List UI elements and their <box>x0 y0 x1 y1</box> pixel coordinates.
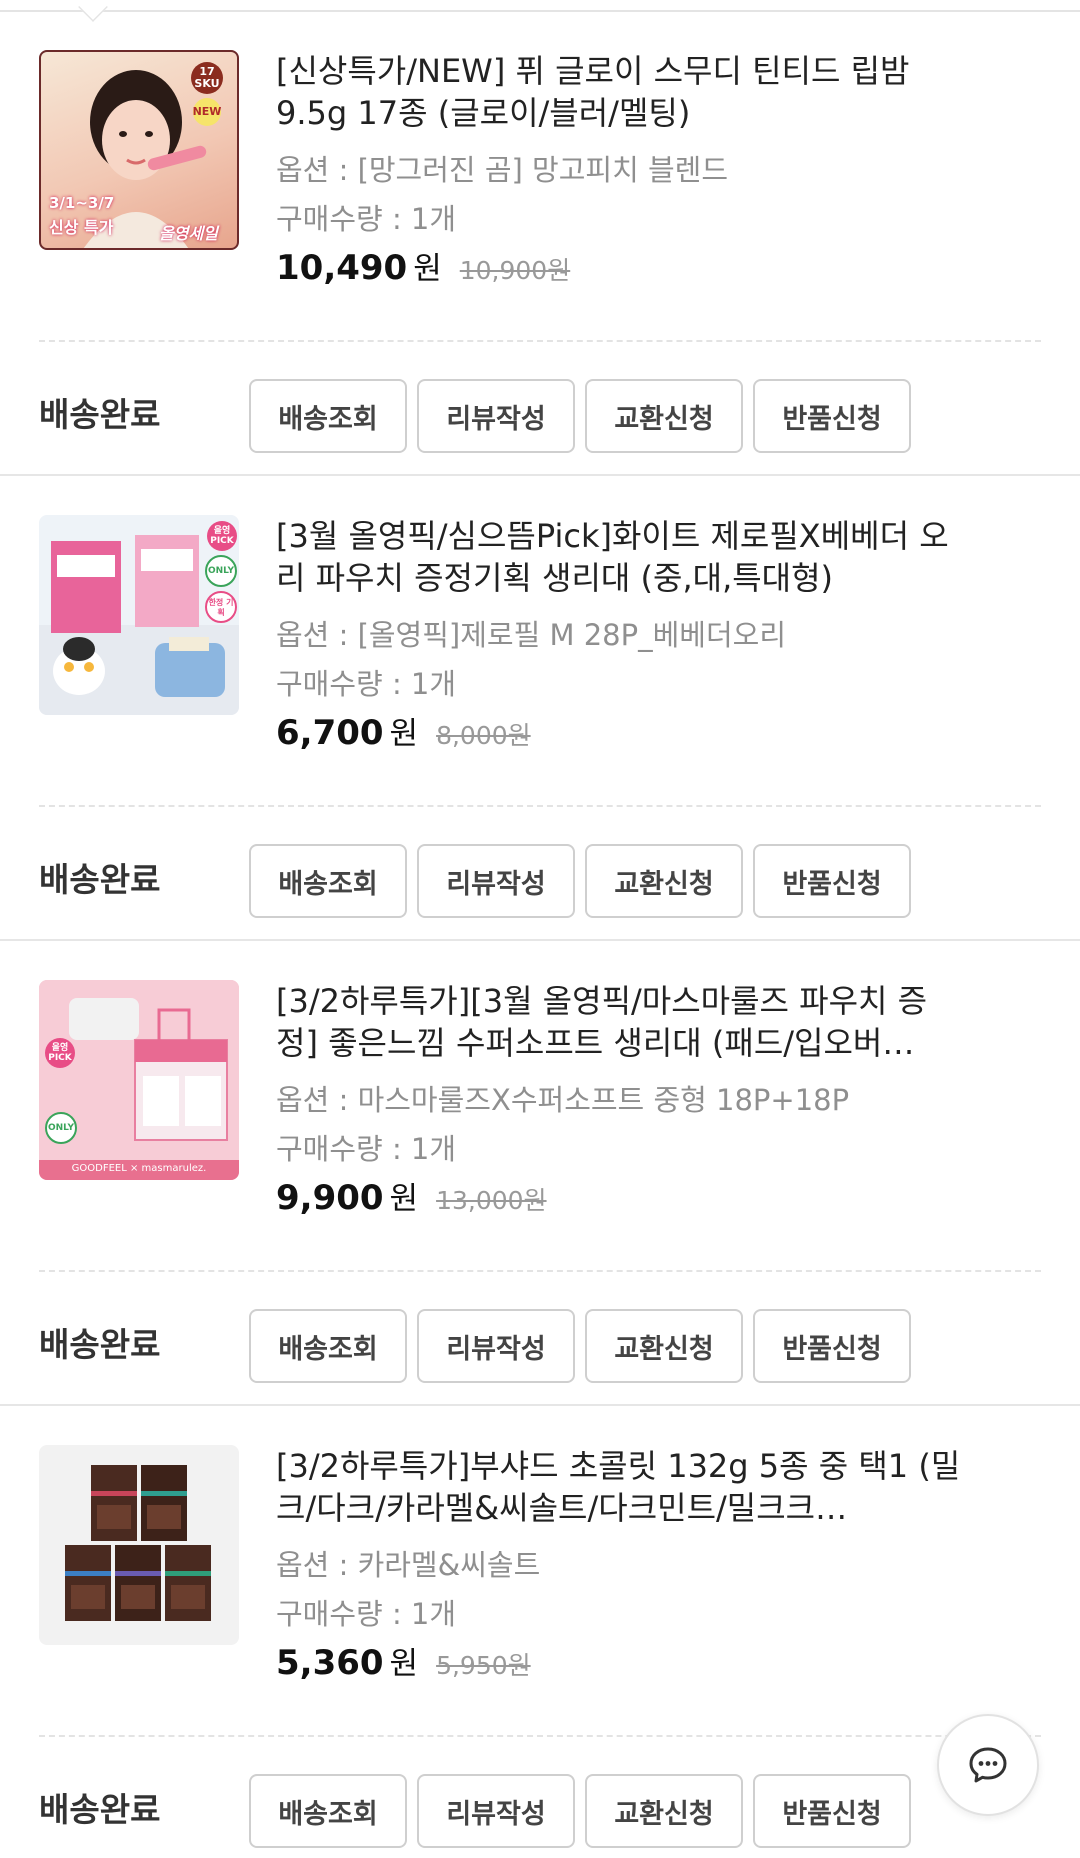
only-badge: ONLY <box>205 555 237 587</box>
product-thumbnail[interactable]: 올영 PICK ONLY 한정 기획 <box>39 515 239 715</box>
original-price: 8,000원 <box>436 721 531 750</box>
exchange-request-button[interactable]: 교환신청 <box>585 1309 743 1383</box>
product-option: 옵션 : [올영픽]제로필 M 28P_베베더오리 <box>276 618 787 652</box>
sale-logo: 올영세일 <box>159 224 218 243</box>
oliveyoung-pick-badge: 올영 PICK <box>45 1038 75 1068</box>
sale-price: 6,700 <box>276 713 384 753</box>
chat-bubble-icon <box>969 1747 1007 1783</box>
return-request-button[interactable]: 반품신청 <box>753 379 911 453</box>
currency-unit: 원 <box>413 251 442 287</box>
currency-unit: 원 <box>389 716 419 752</box>
delivery-status: 배송완료 <box>39 1325 161 1364</box>
product-title[interactable]: [신상특가/NEW] 퓌 글로이 스무디 틴티드 립밤 9.5g 17종 (글로… <box>276 50 966 134</box>
dashed-divider <box>39 1270 1041 1272</box>
order-actions: 배송조회 리뷰작성 교환신청 반품신청 <box>249 379 911 453</box>
write-review-button[interactable]: 리뷰작성 <box>417 379 575 453</box>
price-row: 10,490 원 10,900원 <box>276 243 570 288</box>
price-row: 9,900 원 13,000원 <box>276 1173 547 1218</box>
pad-pouch-promo-image <box>39 980 239 1180</box>
product-option: 옵션 : [망그러진 곰] 망고피치 블렌드 <box>276 153 729 187</box>
promo-caption: 신상 특가 <box>49 218 114 237</box>
exchange-request-button[interactable]: 교환신청 <box>585 379 743 453</box>
return-request-button[interactable]: 반품신청 <box>753 844 911 918</box>
dashed-divider <box>39 1735 1041 1737</box>
currency-unit: 원 <box>389 1181 419 1217</box>
dashed-divider <box>39 805 1041 807</box>
promo-date: 3/1~3/7 <box>49 194 115 212</box>
product-title[interactable]: [3/2하루특가][3월 올영픽/마스마룰즈 파우치 증정] 좋은느낌 수퍼소프… <box>276 980 966 1064</box>
write-review-button[interactable]: 리뷰작성 <box>417 1309 575 1383</box>
currency-unit: 원 <box>389 1646 419 1682</box>
delivery-status: 배송완료 <box>39 395 161 434</box>
return-request-button[interactable]: 반품신청 <box>753 1774 911 1848</box>
exchange-request-button[interactable]: 교환신청 <box>585 844 743 918</box>
price-row: 6,700 원 8,000원 <box>276 708 531 753</box>
order-item: 17 SKU NEW 3/1~3/7 신상 특가 올영세일 [신상특가/NEW]… <box>0 10 1080 474</box>
order-item: 올영 PICK ONLY GOODFEEL × masmarulez. [3/2… <box>0 940 1080 1404</box>
order-actions: 배송조회 리뷰작성 교환신청 반품신청 <box>249 1774 911 1848</box>
product-thumbnail[interactable]: 올영 PICK ONLY GOODFEEL × masmarulez. <box>39 980 239 1180</box>
track-delivery-button[interactable]: 배송조회 <box>249 379 407 453</box>
write-review-button[interactable]: 리뷰작성 <box>417 1774 575 1848</box>
delivery-status: 배송완료 <box>39 860 161 899</box>
only-badge: ONLY <box>45 1112 77 1144</box>
original-price: 13,000원 <box>436 1186 547 1215</box>
order-item: 올영 PICK ONLY 한정 기획 [3월 올영픽/심으뜸Pick]화이트 제… <box>0 475 1080 939</box>
oliveyoung-pick-badge: 올영 PICK <box>207 521 237 551</box>
write-review-button[interactable]: 리뷰작성 <box>417 844 575 918</box>
exchange-request-button[interactable]: 교환신청 <box>585 1774 743 1848</box>
product-quantity: 구매수량 : 1개 <box>276 1132 457 1166</box>
chat-button[interactable] <box>937 1714 1039 1816</box>
order-actions: 배송조회 리뷰작성 교환신청 반품신청 <box>249 1309 911 1383</box>
sku-badge: 17 SKU <box>194 65 220 90</box>
limited-badge: 한정 기획 <box>205 591 237 623</box>
chocolate-product-image <box>65 1465 211 1621</box>
sale-price: 5,360 <box>276 1643 384 1683</box>
product-quantity: 구매수량 : 1개 <box>276 1597 457 1631</box>
product-thumbnail[interactable] <box>39 1445 239 1645</box>
product-title[interactable]: [3월 올영픽/심으뜸Pick]화이트 제로필X베베더 오리 파우치 증정기획 … <box>276 515 966 599</box>
product-option: 옵션 : 카라멜&씨솔트 <box>276 1548 541 1582</box>
order-actions: 배송조회 리뷰작성 교환신청 반품신청 <box>249 844 911 918</box>
original-price: 10,900원 <box>459 256 571 285</box>
brand-footer: GOODFEEL × masmarulez. <box>71 1163 207 1174</box>
new-badge: NEW <box>192 105 222 118</box>
track-delivery-button[interactable]: 배송조회 <box>249 844 407 918</box>
track-delivery-button[interactable]: 배송조회 <box>249 1309 407 1383</box>
product-quantity: 구매수량 : 1개 <box>276 667 457 701</box>
order-item: [3/2하루특가]부샤드 초콜릿 132g 5종 중 택1 (밀크/다크/카라멜… <box>0 1405 1080 1858</box>
price-row: 5,360 원 5,950원 <box>276 1638 531 1683</box>
product-option: 옵션 : 마스마룰즈X수퍼소프트 중형 18P+18P <box>276 1083 850 1117</box>
original-price: 5,950원 <box>436 1651 531 1680</box>
product-quantity: 구매수량 : 1개 <box>276 202 457 236</box>
product-thumbnail[interactable]: 17 SKU NEW 3/1~3/7 신상 특가 올영세일 <box>39 50 239 250</box>
dashed-divider <box>39 340 1041 342</box>
delivery-status: 배송완료 <box>39 1790 161 1829</box>
sale-price: 9,900 <box>276 1178 384 1218</box>
track-delivery-button[interactable]: 배송조회 <box>249 1774 407 1848</box>
sale-price: 10,490 <box>276 248 408 288</box>
product-title[interactable]: [3/2하루특가]부샤드 초콜릿 132g 5종 중 택1 (밀크/다크/카라멜… <box>276 1445 966 1529</box>
return-request-button[interactable]: 반품신청 <box>753 1309 911 1383</box>
